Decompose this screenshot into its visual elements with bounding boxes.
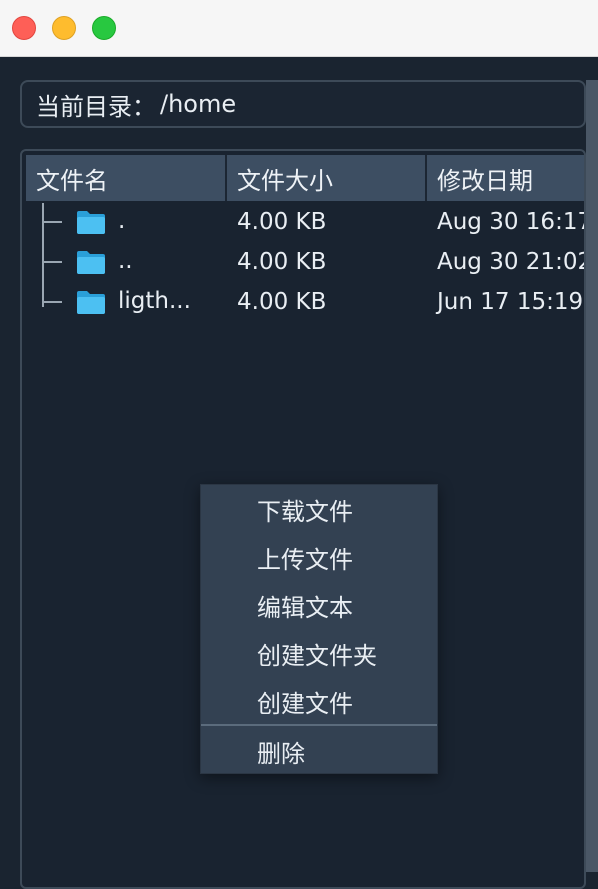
tree-branch <box>42 261 62 263</box>
column-header-size[interactable]: 文件大小 <box>227 155 427 201</box>
file-name: . <box>118 208 126 234</box>
column-header-modified[interactable]: 修改日期 <box>427 155 584 201</box>
file-name: ligth... <box>118 288 191 314</box>
current-directory-bar: 当前目录： /home <box>20 80 586 128</box>
file-size: 4.00 KB <box>237 289 327 315</box>
context-menu: 下载文件 上传文件 编辑文本 创建文件夹 创建文件 删除 <box>200 484 438 774</box>
table-row[interactable]: ligth... 4.00 KB Jun 17 15:19 <box>26 282 584 322</box>
folder-icon <box>77 291 105 314</box>
file-size: 4.00 KB <box>237 209 327 235</box>
menu-item-delete[interactable]: 删除 <box>201 729 437 773</box>
file-table-header: 文件名 文件大小 修改日期 <box>26 155 584 201</box>
folder-icon <box>77 211 105 234</box>
tree-branch <box>42 301 62 303</box>
file-modified-date: Jun 17 15:19 <box>437 289 584 315</box>
file-name: .. <box>118 248 133 274</box>
menu-item-download-file[interactable]: 下载文件 <box>201 487 437 531</box>
file-modified-date: Aug 30 16:17 <box>437 209 584 235</box>
vertical-scrollbar[interactable] <box>586 80 598 872</box>
folder-icon <box>77 251 105 274</box>
minimize-window-button[interactable] <box>52 16 76 40</box>
close-window-button[interactable] <box>12 16 36 40</box>
menu-item-edit-text[interactable]: 编辑文本 <box>201 583 437 627</box>
zoom-window-button[interactable] <box>92 16 116 40</box>
current-directory-label: 当前目录： <box>36 92 156 121</box>
menu-item-create-file[interactable]: 创建文件 <box>201 679 437 723</box>
current-directory-path: /home <box>160 90 237 118</box>
menu-divider <box>201 724 437 726</box>
menu-item-upload-file[interactable]: 上传文件 <box>201 535 437 579</box>
table-row[interactable]: . 4.00 KB Aug 30 16:17 <box>26 202 584 242</box>
table-row[interactable]: .. 4.00 KB Aug 30 21:02 <box>26 242 584 282</box>
column-header-name[interactable]: 文件名 <box>26 155 227 201</box>
window-titlebar <box>0 0 598 57</box>
tree-branch <box>42 221 62 223</box>
file-modified-date: Aug 30 21:02 <box>437 249 584 275</box>
menu-item-create-folder[interactable]: 创建文件夹 <box>201 631 437 675</box>
file-size: 4.00 KB <box>237 249 327 275</box>
